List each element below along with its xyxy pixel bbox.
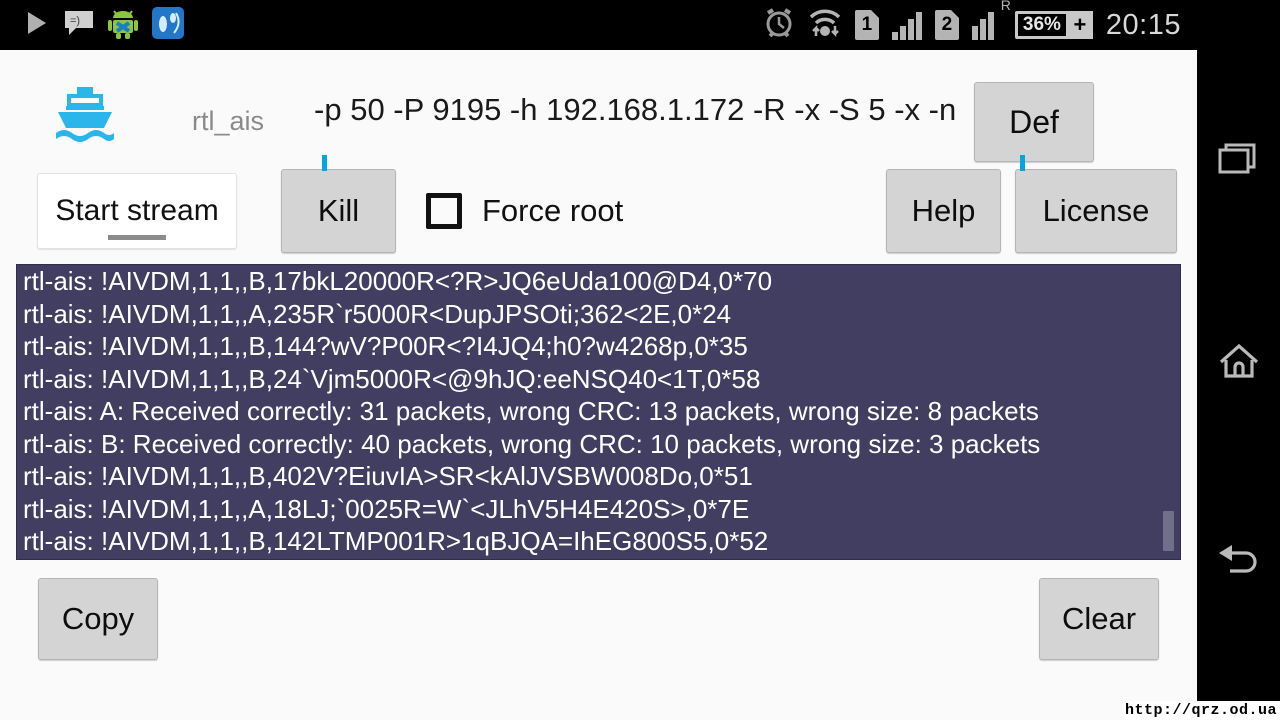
sim1-signal-bars-icon: [891, 10, 922, 40]
license-accent-tick: [1020, 155, 1025, 171]
help-button[interactable]: Help: [886, 169, 1001, 253]
app-name-label: rtl_ais: [192, 106, 265, 136]
status-bar-system-icons: 1 2 R 36% + 20:15: [763, 0, 1197, 44]
bottom-row: Copy Clear: [0, 576, 1197, 662]
kill-button[interactable]: Kill: [281, 169, 396, 253]
spinner-accent-tick: [322, 155, 327, 171]
log-output-panel[interactable]: rtl-ais: !AIVDM,1,1,,B,17bkL20000R<?R>JQ…: [16, 264, 1181, 560]
sim2-number: 2: [941, 14, 953, 35]
app-content: rtl_ais -p 50 -P 9195 -h 192.168.1.172 -…: [0, 50, 1197, 720]
header-row: rtl_ais -p 50 -P 9195 -h 192.168.1.172 -…: [0, 50, 1197, 162]
def-button[interactable]: Def: [974, 82, 1095, 162]
control-row: Start stream Kill Force root Help Licens…: [0, 155, 1197, 258]
log-line: rtl-ais: !AIVDM,1,1,,A,18LJ;`0025R=W`<JL…: [23, 493, 750, 524]
log-line: rtl-ais: !AIVDM,1,1,,B,402V?EiuvIA>SR<kA…: [23, 461, 753, 491]
license-button[interactable]: License: [1015, 169, 1177, 253]
command-arguments-text: -p 50 -P 9195 -h 192.168.1.172 -R -x -S …: [314, 92, 957, 127]
log-line: rtl-ais: !AIVDM,1,1,,B,24`Vjm5000R<@9hJQ…: [23, 363, 761, 394]
copy-button[interactable]: Copy: [38, 578, 158, 660]
log-line: rtl-ais: !AIVDM,1,1,,B,17bkL20000R<?R>JQ…: [23, 266, 773, 296]
navigation-bar: [1197, 0, 1280, 720]
status-bar: =) 1 2 R 36% + 20:15: [0, 0, 1197, 50]
stream-mode-spinner-value: Start stream: [55, 194, 219, 227]
back-icon[interactable]: [1197, 518, 1280, 601]
sim2-badge: 2: [934, 10, 959, 40]
battery-charging-icon: +: [1066, 11, 1093, 39]
alarm-clock-icon: [763, 7, 795, 44]
log-lines-container: rtl-ais: !AIVDM,1,1,,B,17bkL20000R<?R>JQ…: [17, 265, 1180, 558]
status-bar-clock: 20:15: [1105, 8, 1181, 41]
device-screen: =) 1 2 R 36% + 20:15 rtl_ais -p 50 -P 91…: [0, 0, 1280, 720]
log-line: rtl-ais: A: Received correctly: 31 packe…: [23, 396, 1039, 426]
clear-button[interactable]: Clear: [1039, 578, 1159, 660]
sms-icon: =): [64, 9, 94, 42]
log-line: rtl-ais: B: Received correctly: 40 packe…: [23, 428, 1041, 459]
log-line: rtl-ais: !AIVDM,1,1,,B,142LTMP001R>1qBJQ…: [23, 526, 769, 556]
home-icon[interactable]: [1197, 320, 1280, 403]
watermark-url: http://qrz.od.ua: [1121, 701, 1280, 720]
log-line: rtl-ais: !AIVDM,1,1,,B,144?wV?P00R<?I4JQ…: [23, 331, 748, 361]
play-icon: [22, 9, 50, 42]
force-root-checkbox-row[interactable]: Force root: [426, 193, 623, 229]
footsteps-app-icon: [152, 6, 184, 44]
boat-icon: [52, 86, 118, 153]
sim1-badge: 1: [854, 10, 879, 40]
stream-mode-spinner[interactable]: Start stream: [37, 173, 237, 249]
roaming-indicator: R: [1000, 0, 1011, 13]
battery-indicator: 36% +: [1014, 11, 1093, 39]
android-robot-icon: [108, 7, 138, 44]
log-scrollbar-thumb[interactable]: [1163, 511, 1174, 551]
force-root-checkbox[interactable]: [426, 193, 462, 229]
svg-text:=): =): [70, 15, 80, 27]
log-line: rtl-ais: !AIVDM,1,1,,A,235R`r5000R<DupJP…: [23, 298, 732, 329]
sim2-signal-bars-icon: R: [971, 0, 1011, 40]
status-bar-notification-icons: =): [0, 6, 184, 44]
wifi-transfer-icon: [808, 8, 842, 43]
force-root-label: Force root: [482, 193, 624, 228]
recent-apps-icon[interactable]: [1197, 118, 1280, 201]
battery-percent-label: 36%: [1014, 11, 1069, 39]
